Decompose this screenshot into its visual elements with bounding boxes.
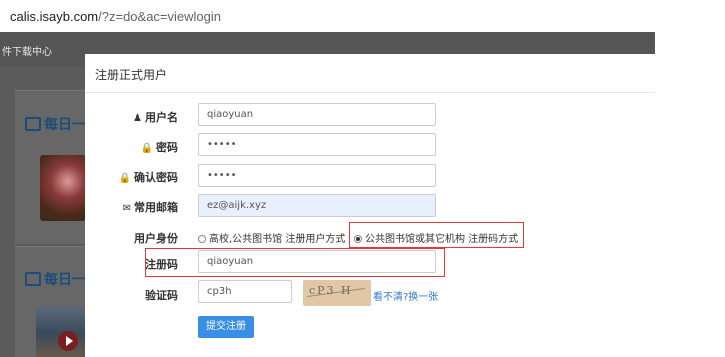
url-path: /?z=do&ac=viewlogin bbox=[98, 9, 221, 24]
email-input[interactable]: ez@aijk.xyz bbox=[198, 194, 436, 217]
radio-checked-icon[interactable] bbox=[354, 235, 362, 243]
nav-download-center[interactable]: 件下载中心 bbox=[2, 43, 52, 58]
browser-url-bar[interactable]: calis.isayb.com/?z=do&ac=viewlogin bbox=[0, 0, 725, 32]
confirm-password-label-text: 确认密码 bbox=[134, 171, 178, 184]
captcha-image-text: cP3 H bbox=[309, 284, 353, 297]
url-host: calis.isayb.com bbox=[10, 9, 99, 24]
play-icon[interactable] bbox=[58, 331, 78, 351]
confirm-password-label: 🔒 确认密码 bbox=[119, 169, 178, 185]
captcha-refresh-link[interactable]: 看不清?换一张 bbox=[373, 288, 438, 303]
modal-title: 注册正式用户 bbox=[95, 68, 168, 82]
reg-code-label: 注册码 bbox=[145, 258, 178, 271]
daily-card-1-thumbnail[interactable] bbox=[40, 155, 86, 221]
daily-card-1-title-text: 每日一 bbox=[44, 117, 86, 133]
daily-card-2-title: 每日一 bbox=[25, 269, 86, 289]
radio-unchecked-icon[interactable] bbox=[198, 235, 206, 243]
daily-card-1: 每日一 bbox=[15, 90, 86, 244]
email-label: ✉ 常用邮箱 bbox=[123, 199, 178, 215]
daily-card-2: 每日一 bbox=[15, 246, 86, 357]
identity-option-2-text: 公共图书馆或其它机构 注册码方式 bbox=[365, 234, 519, 245]
password-label-text: 密码 bbox=[156, 141, 178, 154]
envelope-icon: ✉ bbox=[122, 203, 131, 214]
identity-option-1[interactable]: 高校,公共图书馆 注册用户方式 bbox=[198, 230, 345, 245]
password-input[interactable]: ••••• bbox=[198, 133, 436, 156]
register-modal: 注册正式用户 ♟ 用户名 qiaoyuan 🔒 密码 ••••• 🔒 确认密码 •••… bbox=[85, 54, 655, 357]
username-label: ♟ 用户名 bbox=[133, 109, 178, 125]
calendar-icon bbox=[25, 272, 41, 286]
email-label-text: 常用邮箱 bbox=[134, 201, 178, 214]
url-text[interactable]: calis.isayb.com/?z=do&ac=viewlogin bbox=[10, 9, 221, 24]
username-label-text: 用户名 bbox=[145, 111, 178, 124]
password-label: 🔒 密码 bbox=[141, 139, 178, 155]
identity-option-2[interactable]: 公共图书馆或其它机构 注册码方式 bbox=[354, 230, 518, 245]
lock-icon: 🔒 bbox=[118, 173, 131, 184]
confirm-password-input[interactable]: ••••• bbox=[198, 164, 436, 187]
daily-card-2-title-text: 每日一 bbox=[44, 272, 86, 288]
user-icon: ♟ bbox=[133, 113, 142, 124]
captcha-image[interactable]: cP3 H bbox=[303, 280, 371, 306]
reg-code-input[interactable]: qiaoyuan bbox=[198, 250, 436, 273]
lock-icon: 🔒 bbox=[140, 143, 153, 154]
username-input[interactable]: qiaoyuan bbox=[198, 103, 436, 126]
captcha-label: 验证码 bbox=[145, 289, 178, 302]
modal-header: 注册正式用户 bbox=[85, 54, 655, 93]
identity-label: 用户身份 bbox=[134, 232, 178, 245]
captcha-input[interactable]: cp3h bbox=[198, 280, 292, 303]
daily-card-1-title: 每日一 bbox=[25, 114, 86, 134]
identity-option-1-text: 高校,公共图书馆 注册用户方式 bbox=[209, 234, 346, 245]
daily-card-2-thumbnail[interactable] bbox=[36, 307, 86, 357]
calendar-icon bbox=[25, 117, 41, 131]
submit-register-button[interactable]: 提交注册 bbox=[198, 316, 254, 338]
